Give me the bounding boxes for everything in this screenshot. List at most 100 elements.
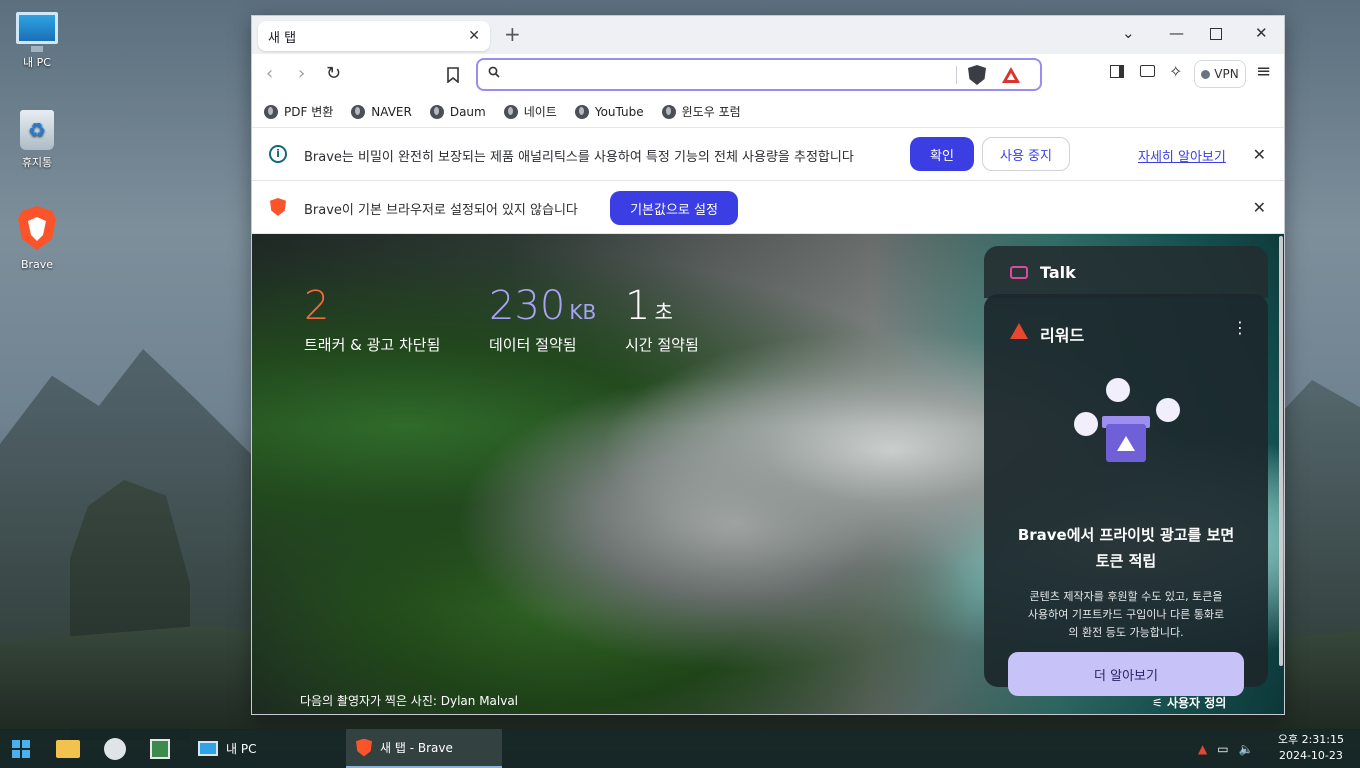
stat-unit: KB — [569, 300, 597, 324]
computer-icon — [198, 741, 218, 756]
tab-strip: 새 탭 ✕ + ⌄ — ✕ — [252, 16, 1284, 54]
rewards-description: 콘텐츠 제작자를 후원할 수도 있고, 토큰을 사용하여 기프트카드 구입이나 … — [1006, 588, 1246, 642]
globe-icon — [264, 104, 278, 119]
desktop-icon-my-pc[interactable]: 내 PC — [2, 12, 72, 70]
recycle-bin-icon: ♻ — [20, 110, 54, 150]
taskbar-app-button[interactable] — [104, 729, 126, 768]
bookmark-item[interactable]: PDF 변환 — [264, 103, 333, 120]
brave-lion-icon — [18, 206, 56, 250]
bookmark-item[interactable]: 윈도우 포럼 — [661, 103, 741, 120]
start-button[interactable] — [12, 729, 30, 768]
photo-credit[interactable]: 다음의 촬영자가 찍은 사진: Dylan Malval — [300, 692, 518, 709]
globe-icon — [429, 104, 444, 119]
analytics-infobar: i Brave는 비밀이 완전히 보장되는 제품 애널리틱스를 사용하여 특정 … — [252, 128, 1284, 181]
bookmark-item[interactable]: YouTube — [574, 104, 644, 119]
customize-button[interactable]: ⚟ 사용자 정의 — [1152, 694, 1226, 711]
bookmark-label: 네이트 — [523, 105, 557, 119]
url-divider — [956, 66, 957, 84]
bookmark-label: NAVER — [371, 104, 412, 119]
avatar-icon — [104, 737, 126, 760]
tab-new-tab[interactable]: 새 탭 ✕ — [258, 21, 490, 51]
spreadsheet-icon — [150, 738, 170, 759]
sliders-icon: ⚟ — [1152, 696, 1167, 710]
brave-shields-icon[interactable] — [968, 65, 986, 85]
vpn-button[interactable]: VPN — [1194, 60, 1246, 88]
clock-time: 오후 2:31:15 — [1277, 733, 1344, 746]
bookmark-label: PDF 변환 — [284, 105, 334, 119]
maximize-button[interactable] — [1210, 28, 1222, 40]
bookmark-item[interactable]: 네이트 — [503, 103, 557, 120]
taskbar-label: 새 탭 - Brave — [380, 741, 453, 755]
clock-date: 2024-10-23 — [1278, 749, 1343, 762]
confirm-button[interactable]: 확인 — [910, 137, 974, 171]
clock[interactable]: 오후 2:31:15 2024-10-23 — [1278, 732, 1344, 764]
taskbar-app-button[interactable] — [150, 729, 170, 768]
scrollbar[interactable] — [1279, 236, 1283, 666]
sidebar-toggle-icon[interactable] — [1110, 65, 1124, 78]
desktop-icon-brave[interactable]: Brave — [2, 205, 72, 271]
address-bar[interactable] — [476, 58, 1042, 91]
default-browser-infobar: Brave이 기본 브라우저로 설정되어 있지 않습니다 기본값으로 설정 ✕ — [252, 181, 1284, 234]
new-tab-button[interactable]: + — [504, 22, 521, 46]
url-input[interactable] — [508, 64, 938, 86]
taskbar-label: 내 PC — [226, 742, 257, 756]
bookmark-icon[interactable] — [447, 67, 459, 83]
network-icon: ▭ — [1217, 741, 1229, 756]
stat-bandwidth: 230 KB 데이터 절약됨 — [489, 284, 596, 355]
forward-button[interactable]: › — [298, 63, 305, 84]
toolbar: ‹ › ↻ ✧ VPN ≡ — [252, 54, 1284, 96]
minimize-button[interactable]: — — [1169, 24, 1184, 42]
rewards-title-line: 토큰 적립 — [1095, 552, 1157, 570]
rewards-desc-line: 사용하여 기프트카드 구입이나 다른 통화로 — [1027, 608, 1225, 621]
stat-value: 230 — [489, 283, 566, 329]
laptop-bubble-icon — [1106, 378, 1130, 402]
learn-more-button[interactable]: 더 알아보기 — [1008, 652, 1244, 696]
system-tray-icons[interactable]: ▲ ▭ 🔈 — [1198, 729, 1254, 768]
reload-button[interactable]: ↻ — [326, 63, 341, 84]
bookmark-item[interactable]: NAVER — [351, 104, 412, 119]
more-options-icon[interactable]: ⋮ — [1232, 318, 1248, 337]
rewards-header: 리워드 — [1040, 326, 1085, 345]
menu-icon[interactable]: ≡ — [1256, 61, 1271, 82]
desktop-icon-recycle-bin[interactable]: ♻ 휴지통 — [2, 110, 72, 170]
close-infobar-icon[interactable]: ✕ — [1253, 145, 1266, 164]
rewards-desc-line: 콘텐츠 제작자를 후원할 수도 있고, 토큰을 — [1029, 590, 1223, 603]
close-window-button[interactable]: ✕ — [1255, 24, 1268, 42]
learn-more-link[interactable]: 자세히 알아보기 — [1138, 146, 1226, 165]
search-icon — [488, 66, 500, 78]
rewards-widget: 리워드 ⋮ Brave에서 프라이빗 광고를 보면 토큰 적립 콘텐츠 제작자를… — [984, 294, 1268, 696]
close-infobar-icon[interactable]: ✕ — [1253, 198, 1266, 217]
gift-box-icon — [1102, 402, 1150, 464]
taskbar-my-pc[interactable]: 내 PC — [190, 729, 264, 768]
tab-title: 새 탭 — [268, 30, 297, 46]
back-button[interactable]: ‹ — [266, 63, 273, 84]
tab-search-chevron-icon[interactable]: ⌄ — [1122, 24, 1135, 42]
windows-logo-icon — [12, 739, 30, 758]
folder-icon — [56, 739, 80, 758]
rewards-title: Brave에서 프라이빗 광고를 보면 토큰 적립 — [984, 522, 1268, 574]
stat-time-saved: 1초 시간 절약됨 — [625, 284, 699, 355]
computer-icon — [16, 12, 58, 52]
talk-label: Talk — [1040, 263, 1076, 282]
set-default-button[interactable]: 기본값으로 설정 — [610, 191, 738, 225]
leo-ai-icon[interactable]: ✧ — [1169, 62, 1182, 81]
search-bubble-icon — [1156, 398, 1180, 422]
brave-rewards-icon[interactable] — [1002, 67, 1020, 83]
desktop-icon-label: 내 PC — [23, 56, 51, 69]
taskbar-brave-window[interactable]: 새 탭 - Brave — [346, 729, 502, 768]
desktop-icon-label: 휴지통 — [21, 156, 53, 169]
volume-icon: 🔈 — [1238, 741, 1254, 756]
stat-value: 1 — [625, 283, 651, 329]
bookmark-item[interactable]: Daum — [429, 104, 486, 119]
close-tab-icon[interactable]: ✕ — [468, 28, 480, 44]
talk-widget[interactable]: Talk — [984, 246, 1268, 298]
new-tab-page: 2 트래커 & 광고 차단됨 230 KB 데이터 절약됨 1초 시간 절약됨 T… — [252, 234, 1284, 714]
bookmark-label: 윈도우 포럼 — [681, 105, 741, 119]
stat-label: 트래커 & 광고 차단됨 — [304, 336, 441, 354]
wallet-icon[interactable] — [1140, 65, 1155, 77]
file-explorer-button[interactable] — [56, 729, 80, 768]
default-browser-message: Brave이 기본 브라우저로 설정되어 있지 않습니다 — [304, 203, 578, 218]
stat-label: 데이터 절약됨 — [489, 336, 577, 354]
rewards-title-line: Brave에서 프라이빗 광고를 보면 — [1017, 526, 1235, 544]
disable-analytics-button[interactable]: 사용 중지 — [982, 137, 1070, 171]
